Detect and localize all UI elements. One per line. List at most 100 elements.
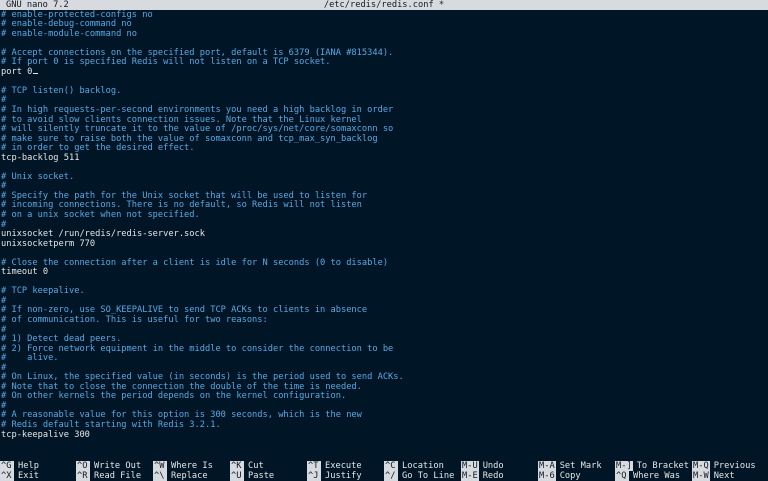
shortcut-key: M-U — [461, 461, 479, 471]
shortcut-go-to-line[interactable]: ^/ Go To Line — [384, 471, 454, 481]
line-text: timeout 0 — [1, 267, 49, 278]
line-text: # 2) Force network equipment in the midd… — [1, 343, 394, 354]
comment-line[interactable]: # enable-module-command no — [0, 28, 768, 40]
shortcut-write-out[interactable]: ^O Write Out — [76, 461, 141, 471]
comment-line[interactable]: # 2) Force network equipment in the midd… — [0, 343, 768, 355]
shortcut-justify[interactable]: ^J Justify — [307, 471, 362, 481]
blank-line[interactable] — [0, 163, 768, 173]
shortcut-label: Help — [18, 461, 39, 471]
shortcut-label: Where Was — [633, 471, 681, 481]
line-text: # — [1, 95, 7, 106]
shortcut-execute[interactable]: ^T Execute — [307, 461, 362, 471]
line-text: # of communication. This is useful for t… — [1, 315, 268, 325]
shortcut-help[interactable]: ^G Help — [0, 461, 39, 471]
blank-line[interactable] — [0, 278, 768, 288]
shortcut-key: M-6 — [538, 471, 556, 481]
text-cursor — [33, 72, 39, 74]
shortcut-location[interactable]: ^C Location — [384, 461, 444, 471]
config-line[interactable]: unixsocketperm 770 — [0, 238, 768, 250]
comment-line[interactable]: # on a unix socket when not specified. — [0, 210, 768, 221]
shortcut-key: ^\ — [153, 471, 167, 481]
title-bar: /etc/redis/redis.conf * GNU nano 7.2 — [0, 0, 768, 10]
line-text: # If non-zero, use SO_KEEPALIVE to send … — [1, 305, 368, 316]
config-line[interactable]: tcp-keepalive 300 — [0, 430, 768, 441]
line-text: # 1) Detect dead peers. — [1, 334, 122, 345]
line-text: # If port 0 is specified Redis will not … — [1, 57, 331, 68]
shortcut-key: M-] — [615, 461, 633, 471]
comment-line[interactable]: # TCP keepalive. — [0, 287, 768, 297]
line-text: # incoming connections. There is no defa… — [1, 200, 362, 211]
line-text: # to avoid slow clients connection issue… — [1, 114, 362, 125]
line-text: # TCP keepalive. — [1, 286, 85, 297]
shortcut-label: Paste — [248, 471, 275, 481]
comment-line[interactable]: # TCP listen() backlog. — [0, 85, 768, 97]
comment-line[interactable]: # Close the connection after a client is… — [0, 257, 768, 269]
line-text: # enable-protected-configs no — [1, 9, 153, 20]
shortcut-label: Undo — [482, 461, 504, 471]
line-text: # Accept connections on the specified po… — [1, 47, 394, 58]
line-text: # TCP listen() backlog. — [1, 85, 122, 96]
shortcut-paste[interactable]: ^U Paste — [230, 471, 274, 481]
shortcut-label: Replace — [171, 471, 208, 481]
line-text: # enable-module-command no — [1, 28, 137, 39]
comment-line[interactable]: # alive. — [0, 353, 768, 364]
shortcut-key: ^R — [76, 471, 90, 481]
shortcut-cut[interactable]: ^K Cut — [230, 461, 264, 471]
line-text: # alive. — [1, 353, 59, 364]
line-text: # make sure to raise both the value of s… — [1, 133, 378, 144]
file-path: /etc/redis/redis.conf * — [323, 0, 445, 10]
line-text: # — [1, 219, 7, 230]
shortcut-exit[interactable]: ^X Exit — [0, 471, 39, 481]
shortcut-previous[interactable]: M-Q Previous — [692, 461, 756, 471]
shortcut-key: ^/ — [384, 471, 398, 481]
shortcut-undo[interactable]: M-U Undo — [461, 461, 504, 471]
shortcut-set-mark[interactable]: M-A Set Mark — [538, 461, 602, 471]
comment-line[interactable]: # Redis default starting with Redis 3.2.… — [0, 420, 768, 431]
shortcut-next[interactable]: M-W Next — [692, 471, 735, 481]
line-text: # A reasonable value for this option is … — [1, 410, 362, 421]
shortcut-label: Execute — [325, 461, 362, 471]
line-text: port 0 — [1, 66, 33, 77]
config-line[interactable]: port 0 — [0, 66, 768, 78]
line-text: # in order to get the desired effect. — [1, 143, 195, 154]
line-text: # enable-debug-command no — [1, 19, 132, 30]
shortcut-key: ^O — [76, 461, 90, 471]
shortcut-replace[interactable]: ^\ Replace — [153, 471, 208, 481]
shortcut-label: Next — [713, 471, 735, 481]
line-text: # Unix socket. — [1, 171, 75, 182]
config-line[interactable]: timeout 0 — [0, 267, 768, 278]
line-text: # In high requests-per-second environmen… — [1, 104, 394, 115]
line-text: # Specify the path for the Unix socket t… — [1, 190, 368, 201]
shortcut-key: ^K — [230, 461, 244, 471]
shortcut-label: Location — [402, 461, 444, 471]
shortcut-label: Exit — [18, 471, 39, 481]
config-line[interactable]: unixsocket /run/redis/redis-server.sock — [0, 229, 768, 240]
shortcut-where-was[interactable]: ^Q Where Was — [615, 471, 680, 481]
shortcut-key: M-E — [461, 471, 479, 481]
shortcut-label: Redo — [482, 471, 504, 481]
shortcut-redo[interactable]: M-E Redo — [461, 471, 504, 481]
editor-text-area[interactable]: # enable-protected-configs no # enable-de… — [0, 9, 768, 441]
shortcut-key: ^W — [153, 461, 167, 471]
shortcut-to-bracket[interactable]: M-] To Bracket — [615, 461, 689, 471]
shortcut-label: Cut — [248, 461, 264, 471]
shortcut-read-file[interactable]: ^R Read File — [76, 471, 141, 481]
comment-line[interactable]: # On other kernels the period depends on… — [0, 392, 768, 402]
line-text: # will silently truncate it to the value… — [1, 124, 394, 135]
shortcut-label: Go To Line — [402, 471, 455, 481]
config-line[interactable]: tcp-backlog 511 — [0, 153, 768, 164]
shortcut-label: Copy — [559, 471, 581, 481]
shortcut-key: ^X — [0, 471, 14, 481]
comment-line[interactable]: # Unix socket. — [0, 171, 768, 183]
line-text: # Close the connection after a client is… — [1, 257, 389, 268]
line-text: # On other kernels the period depends on… — [1, 391, 347, 402]
comment-line[interactable]: # of communication. This is useful for t… — [0, 315, 768, 326]
shortcut-label: Set Mark — [559, 461, 602, 471]
comment-line[interactable]: # in order to get the desired effect. — [0, 143, 768, 154]
shortcut-copy[interactable]: M-6 Copy — [538, 471, 581, 481]
line-text: # — [1, 362, 7, 373]
comment-line[interactable]: # If port 0 is specified Redis will not … — [0, 57, 768, 68]
shortcut-where-is[interactable]: ^W Where Is — [153, 461, 213, 471]
line-text: unixsocketperm 770 — [1, 238, 96, 249]
shortcut-key: ^Q — [615, 471, 629, 481]
